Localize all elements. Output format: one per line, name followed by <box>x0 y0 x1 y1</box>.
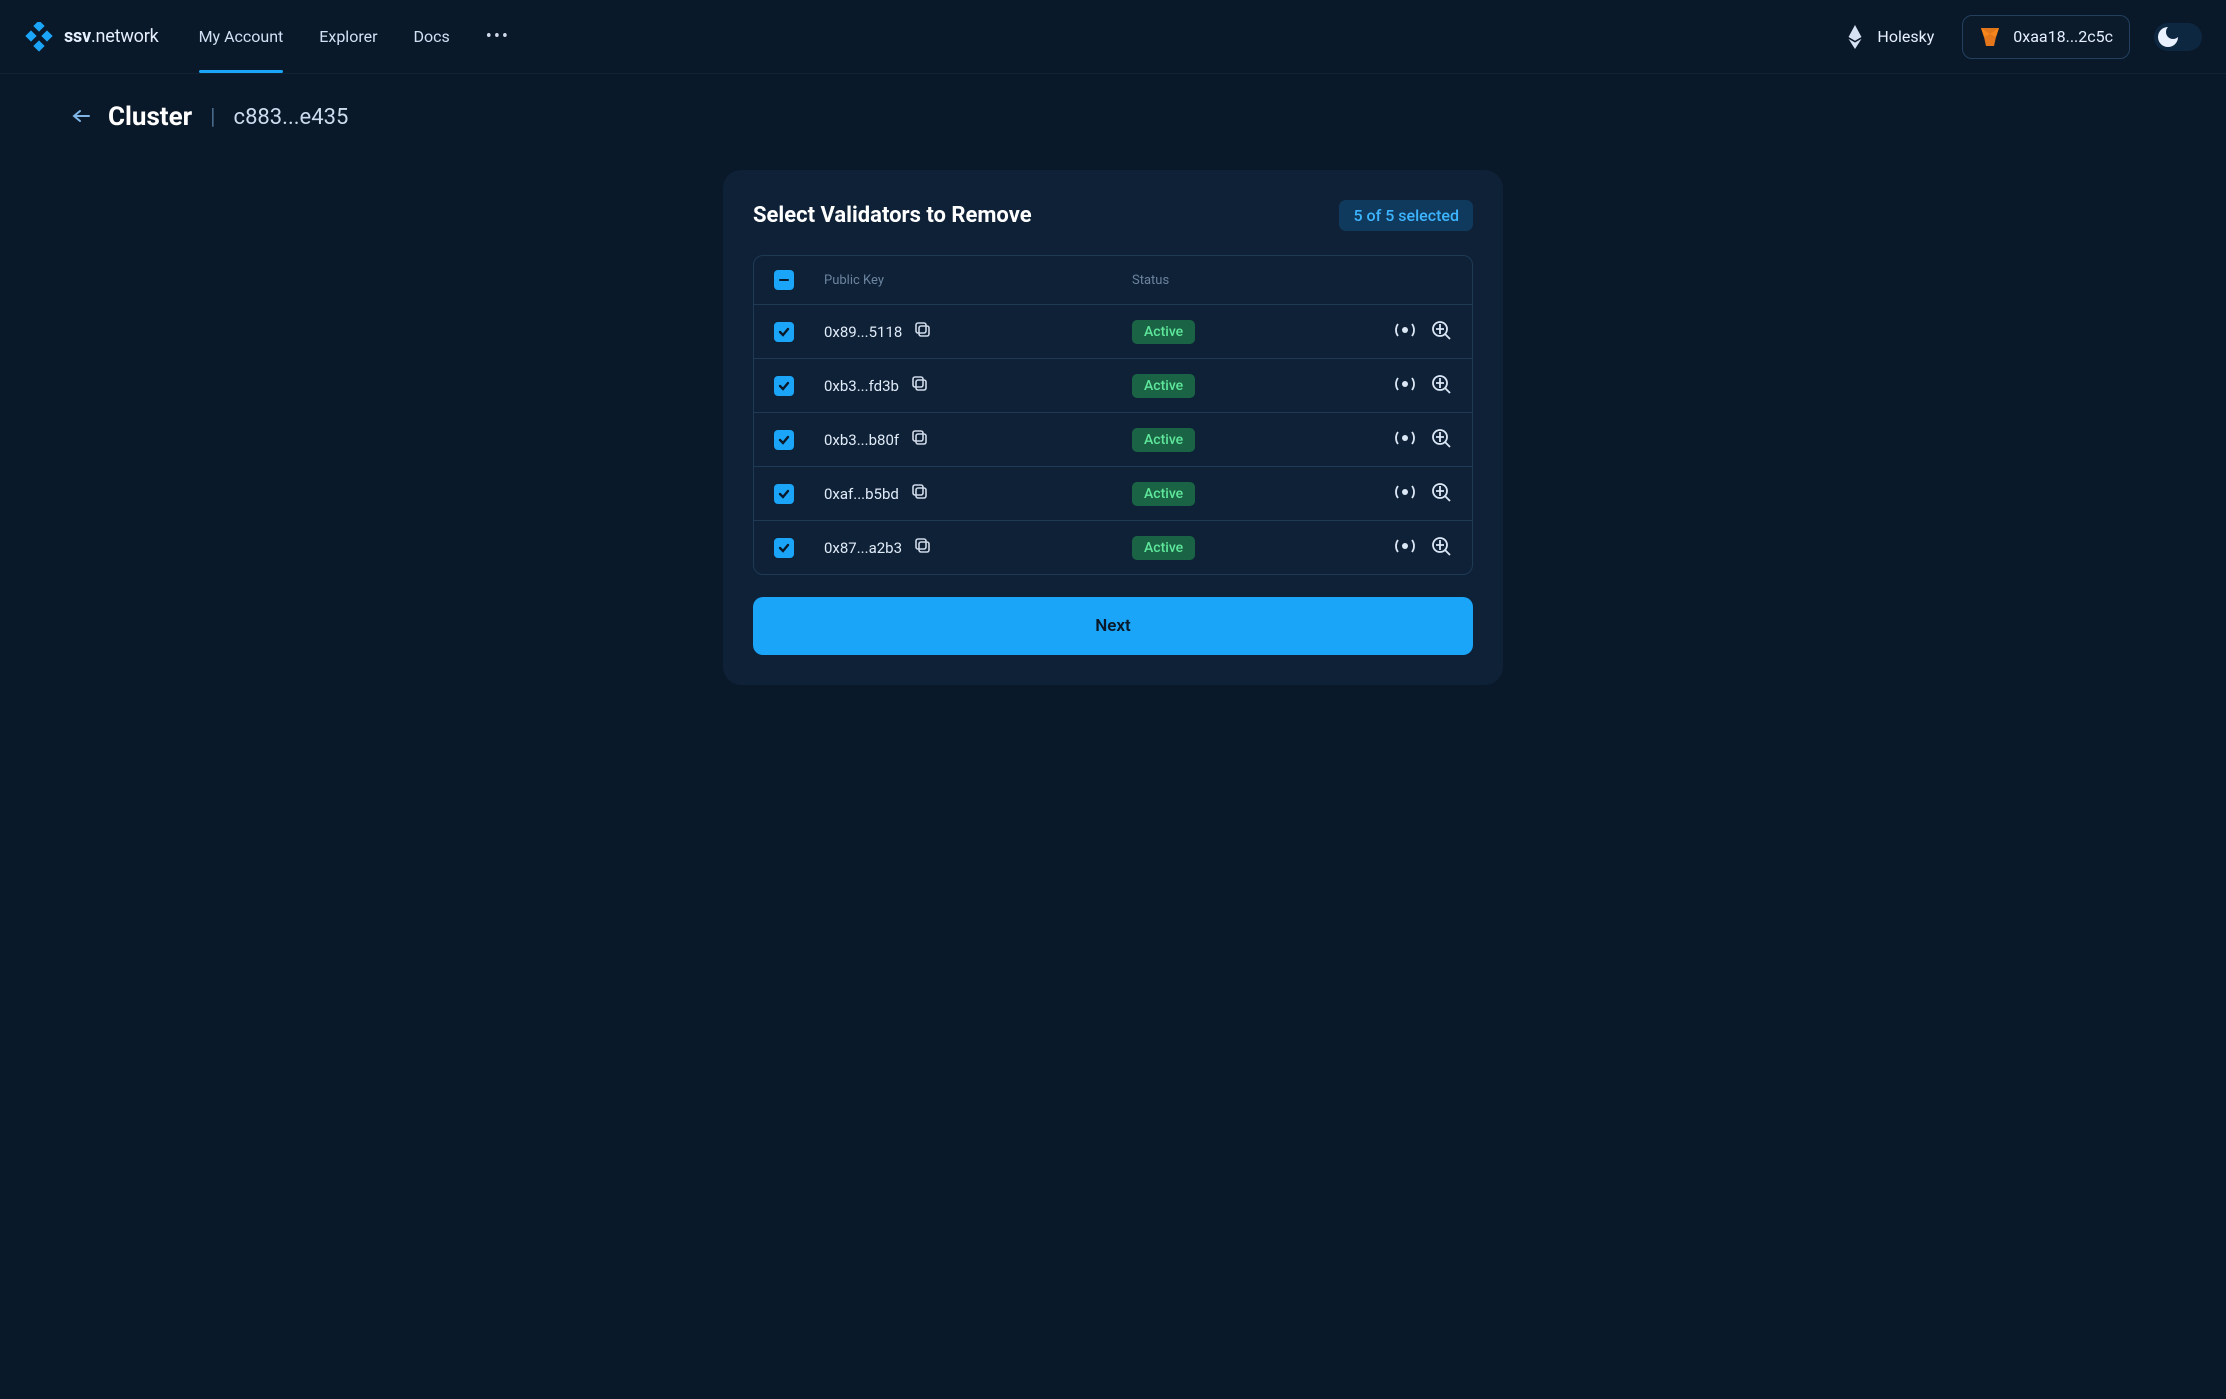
network-name: Holesky <box>1877 27 1934 46</box>
row-checkbox[interactable] <box>774 430 794 450</box>
table-row: 0xaf...b5bd Active <box>754 466 1472 520</box>
network-selector[interactable]: Holesky <box>1847 25 1934 49</box>
public-key: 0xb3...b80f <box>824 431 899 449</box>
nav-docs[interactable]: Docs <box>414 0 450 73</box>
copy-icon[interactable] <box>911 429 929 451</box>
theme-toggle[interactable] <box>2154 23 2202 51</box>
nav-my-account[interactable]: My Account <box>199 0 284 73</box>
status-badge: Active <box>1132 536 1195 560</box>
wallet-button[interactable]: 0xaa18...2c5c <box>1962 15 2130 59</box>
logo-text: ssv.network <box>64 26 159 47</box>
beacon-icon[interactable] <box>1394 427 1416 453</box>
status-badge: Active <box>1132 428 1195 452</box>
breadcrumb: Cluster | c883...e435 <box>0 74 2226 170</box>
breadcrumb-id: c883...e435 <box>234 105 349 130</box>
ethereum-icon <box>1847 25 1863 49</box>
beacon-icon[interactable] <box>1394 481 1416 507</box>
metamask-icon <box>1979 26 2001 48</box>
column-status: Status <box>1132 273 1332 288</box>
public-key: 0xb3...fd3b <box>824 377 899 395</box>
copy-icon[interactable] <box>911 483 929 505</box>
nav-explorer[interactable]: Explorer <box>319 0 377 73</box>
table-row: 0x89...5118 Active <box>754 304 1472 358</box>
breadcrumb-title: Cluster <box>108 102 192 132</box>
beacon-icon[interactable] <box>1394 535 1416 561</box>
copy-icon[interactable] <box>914 321 932 343</box>
row-checkbox[interactable] <box>774 322 794 342</box>
logo[interactable]: ssv.network <box>24 22 159 52</box>
row-checkbox[interactable] <box>774 376 794 396</box>
status-badge: Active <box>1132 374 1195 398</box>
copy-icon[interactable] <box>911 375 929 397</box>
column-public-key: Public Key <box>824 273 1132 288</box>
table-row: 0x87...a2b3 Active <box>754 520 1472 574</box>
beacon-icon[interactable] <box>1394 319 1416 345</box>
selection-count-badge: 5 of 5 selected <box>1339 200 1473 231</box>
panel-title: Select Validators to Remove <box>753 203 1032 228</box>
explorer-icon[interactable] <box>1430 481 1452 507</box>
row-checkbox[interactable] <box>774 538 794 558</box>
logo-icon <box>24 22 54 52</box>
validators-table: Public Key Status 0x89...5118 Active 0xb… <box>753 255 1473 575</box>
public-key: 0x89...5118 <box>824 323 902 341</box>
more-icon[interactable]: ••• <box>486 26 510 47</box>
public-key: 0xaf...b5bd <box>824 485 899 503</box>
table-row: 0xb3...fd3b Active <box>754 358 1472 412</box>
nav: My Account Explorer Docs ••• <box>199 0 510 73</box>
explorer-icon[interactable] <box>1430 535 1452 561</box>
status-badge: Active <box>1132 482 1195 506</box>
breadcrumb-separator: | <box>210 105 215 130</box>
row-checkbox[interactable] <box>774 484 794 504</box>
select-all-checkbox[interactable] <box>774 270 794 290</box>
explorer-icon[interactable] <box>1430 373 1452 399</box>
moon-icon <box>2158 27 2178 47</box>
table-row: 0xb3...b80f Active <box>754 412 1472 466</box>
validators-panel: Select Validators to Remove 5 of 5 selec… <box>723 170 1503 685</box>
public-key: 0x87...a2b3 <box>824 539 902 557</box>
beacon-icon[interactable] <box>1394 373 1416 399</box>
table-header: Public Key Status <box>754 256 1472 304</box>
copy-icon[interactable] <box>914 537 932 559</box>
wallet-address: 0xaa18...2c5c <box>2013 27 2113 46</box>
explorer-icon[interactable] <box>1430 427 1452 453</box>
topbar: ssv.network My Account Explorer Docs •••… <box>0 0 2226 74</box>
back-arrow-icon[interactable] <box>72 107 90 128</box>
explorer-icon[interactable] <box>1430 319 1452 345</box>
status-badge: Active <box>1132 320 1195 344</box>
next-button[interactable]: Next <box>753 597 1473 655</box>
